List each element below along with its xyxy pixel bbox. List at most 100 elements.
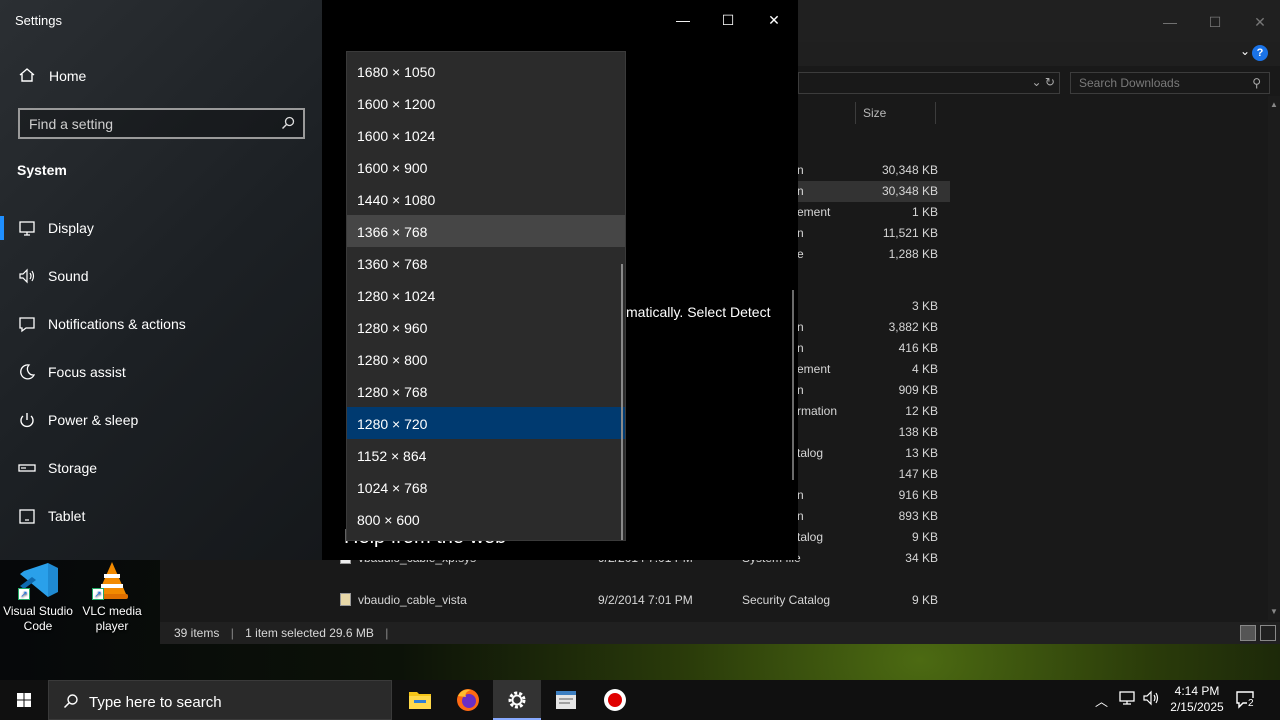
file-size: 3 KB: [911, 299, 938, 313]
taskbar-clock[interactable]: 4:14 PM 2/15/2025: [1165, 683, 1229, 715]
explorer-close-button[interactable]: ✕: [1250, 12, 1270, 32]
search-icon: [63, 693, 79, 709]
file-size: 3,882 KB: [888, 320, 938, 334]
maximize-button[interactable]: ☐: [705, 5, 751, 35]
resolution-option[interactable]: 1360 × 768: [347, 247, 625, 279]
sidebar-item-power-sleep[interactable]: Power & sleep: [0, 400, 322, 440]
desktop-icon-vlc[interactable]: ↗ VLC media player: [74, 560, 150, 634]
column-separator[interactable]: [935, 102, 936, 124]
find-setting-field[interactable]: [18, 108, 305, 139]
refresh-icon[interactable]: ⌄ ↻: [1032, 75, 1055, 89]
sidebar-item-focus-assist[interactable]: Focus assist: [0, 352, 322, 392]
file-size: 13 KB: [905, 446, 938, 460]
notepad-icon: [556, 691, 576, 709]
taskbar: Type here to search ︿ 4:14 PM 2/15/2025: [0, 680, 1280, 720]
help-icon[interactable]: ?: [1252, 45, 1268, 61]
scroll-down-icon[interactable]: ▼: [1268, 607, 1280, 616]
settings-window: Settings Home System Display Sound Notific…: [0, 0, 798, 560]
file-size: 147 KB: [898, 467, 938, 481]
moon-icon: [18, 363, 36, 381]
action-center-button[interactable]: 2: [1234, 688, 1258, 712]
sidebar-item-notifications-actions[interactable]: Notifications & actions: [0, 304, 322, 344]
scroll-up-icon[interactable]: ▲: [1268, 100, 1280, 109]
file-type-fragment: ement: [797, 205, 831, 219]
volume-icon[interactable]: [1142, 689, 1160, 720]
start-button[interactable]: [0, 680, 48, 720]
file-size: 138 KB: [898, 425, 938, 439]
find-setting-input[interactable]: [20, 110, 270, 137]
explorer-scrollbar[interactable]: ▲ ▼: [1268, 96, 1280, 620]
sidebar-item-sound[interactable]: Sound: [0, 256, 322, 296]
file-date: 9/2/2014 7:01 PM: [598, 593, 693, 607]
clock-date: 2/15/2025: [1170, 700, 1224, 714]
taskbar-notepad[interactable]: [542, 680, 590, 720]
settings-sidebar: Settings Home System Display Sound Notific…: [0, 0, 322, 560]
explorer-address-bar[interactable]: ⌄ ↻: [798, 72, 1060, 94]
file-type-fragment: n: [797, 163, 804, 177]
resolution-option[interactable]: 1600 × 1200: [347, 87, 625, 119]
section-heading: System: [17, 162, 67, 178]
file-size: 1,288 KB: [888, 247, 938, 261]
detect-description-text: matically. Select Detect: [626, 304, 771, 320]
sidebar-item-storage[interactable]: Storage: [0, 448, 322, 488]
resolution-option[interactable]: 1600 × 900: [347, 151, 625, 183]
status-item-count: 39 items: [174, 626, 220, 640]
explorer-maximize-button[interactable]: ☐: [1205, 12, 1225, 32]
resolution-option[interactable]: 1152 × 864: [347, 439, 625, 471]
sidebar-item-label: Notifications & actions: [48, 316, 186, 332]
notification-icon: [18, 315, 36, 333]
catalog-icon: [340, 593, 351, 606]
explorer-minimize-button[interactable]: —: [1160, 12, 1180, 32]
search-icon: ⚲: [1252, 76, 1261, 90]
resolution-option[interactable]: 1280 × 720: [347, 407, 625, 439]
table-row[interactable]: vbaudio_cable_vista 9/2/2014 7:01 PM Sec…: [160, 590, 950, 611]
resolution-option[interactable]: 1366 × 768: [347, 215, 625, 247]
file-size: 30,348 KB: [881, 163, 938, 177]
column-separator[interactable]: [855, 102, 856, 124]
content-scrollbar[interactable]: [792, 290, 794, 480]
file-size: 12 KB: [905, 404, 938, 418]
taskbar-file-explorer[interactable]: [396, 680, 444, 720]
file-size: 9 KB: [911, 593, 938, 607]
show-hidden-icons-chevron-icon[interactable]: ︿: [1095, 691, 1108, 720]
taskbar-recorder[interactable]: [591, 680, 639, 720]
sidebar-item-display[interactable]: Display: [0, 208, 322, 248]
resolution-option[interactable]: 800 × 600: [347, 503, 625, 535]
resolution-option[interactable]: 1680 × 1050: [347, 55, 625, 87]
dropdown-scrollbar[interactable]: [621, 264, 623, 540]
file-size: 893 KB: [898, 509, 938, 523]
resolution-option[interactable]: 1600 × 1024: [347, 119, 625, 151]
resolution-dropdown[interactable]: 1680 × 1050 1600 × 1200 1600 × 1024 1600 × …: [346, 51, 626, 541]
large-icons-view-button[interactable]: [1260, 625, 1276, 641]
resolution-option[interactable]: 1024 × 768: [347, 471, 625, 503]
explorer-search-input[interactable]: Search Downloads ⚲: [1070, 72, 1270, 94]
file-type-fragment: n: [797, 341, 804, 355]
ribbon-expand-icon[interactable]: ⌄: [1240, 44, 1250, 58]
resolution-option[interactable]: 1280 × 800: [347, 343, 625, 375]
resolution-option[interactable]: 1440 × 1080: [347, 183, 625, 215]
file-type-fragment: n: [797, 488, 804, 502]
explorer-status-bar: 39 items | 1 item selected 29.6 MB |: [160, 622, 1280, 644]
speaker-icon: [18, 267, 36, 285]
details-view-button[interactable]: [1240, 625, 1256, 641]
resolution-option[interactable]: 1280 × 1024: [347, 279, 625, 311]
column-header-size[interactable]: Size: [863, 102, 886, 124]
close-button[interactable]: ✕: [751, 5, 797, 35]
resolution-option[interactable]: 1280 × 768: [347, 375, 625, 407]
file-type: Security Catalog: [742, 593, 831, 607]
sidebar-item-tablet[interactable]: Tablet: [0, 496, 322, 536]
resolution-option[interactable]: 1280 × 960: [347, 311, 625, 343]
home-icon: [18, 66, 36, 84]
clock-time: 4:14 PM: [1174, 684, 1220, 698]
file-type-fragment: n: [797, 226, 804, 240]
file-size: 1 KB: [911, 205, 938, 219]
taskbar-settings[interactable]: [493, 680, 541, 720]
file-size: 30,348 KB: [881, 184, 938, 198]
network-icon[interactable]: [1118, 689, 1136, 720]
file-type-fragment: n: [797, 320, 804, 334]
desktop-icon-vscode[interactable]: ↗ Visual Studio Code: [0, 560, 76, 634]
minimize-button[interactable]: —: [660, 5, 706, 35]
file-type-fragment: n: [797, 383, 804, 397]
taskbar-search-box[interactable]: Type here to search: [48, 680, 392, 720]
taskbar-firefox[interactable]: [444, 680, 492, 720]
